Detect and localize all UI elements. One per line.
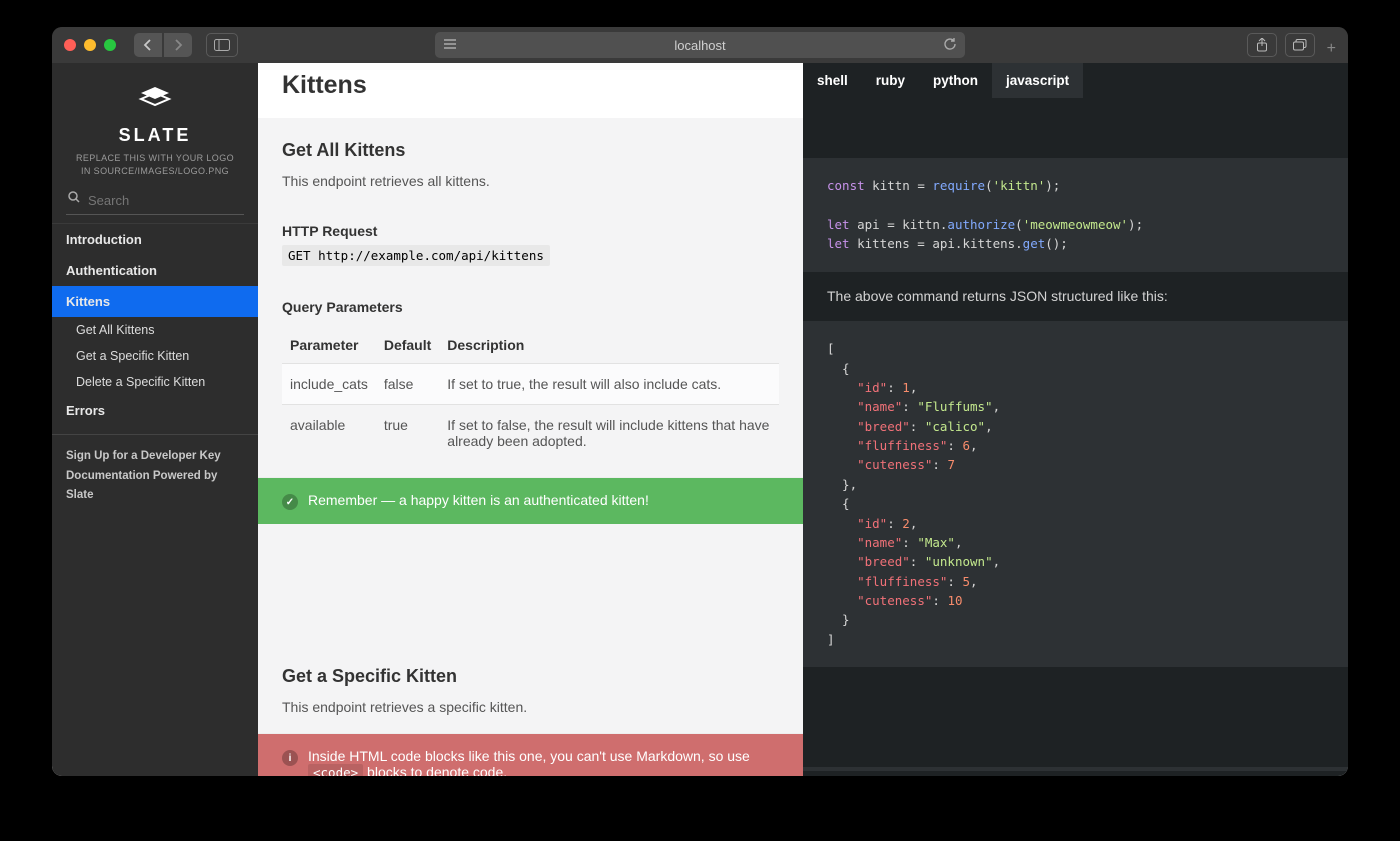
code-note: The above command returns JSON structure… — [803, 272, 1348, 322]
language-tabs: shell ruby python javascript — [803, 63, 1348, 98]
sidebar-footer: Sign Up for a Developer Key Documentatio… — [52, 434, 258, 518]
http-request-title: HTTP Request — [258, 207, 803, 247]
nav-introduction[interactable]: Introduction — [52, 224, 258, 255]
forward-button[interactable] — [164, 33, 192, 57]
table-row: available true If set to false, the resu… — [282, 405, 779, 462]
footer-signup-link[interactable]: Sign Up for a Developer Key — [66, 447, 244, 467]
section-title-kittens: Kittens — [258, 63, 803, 118]
tab-python[interactable]: python — [919, 63, 992, 98]
footer-powered-by[interactable]: Documentation Powered by Slate — [66, 467, 244, 506]
brand-sub: REPLACE THIS WITH YOUR LOGOIN SOURCE/IMA… — [64, 152, 246, 177]
tab-ruby[interactable]: ruby — [862, 63, 919, 98]
logo-area: SLATE REPLACE THIS WITH YOUR LOGOIN SOUR… — [52, 63, 258, 187]
browser-window: localhost + SLATE REPLACE THIS WITH — [52, 27, 1348, 776]
th-description: Description — [439, 327, 779, 364]
get-all-title: Get All Kittens — [258, 118, 803, 173]
table-header-row: Parameter Default Description — [282, 327, 779, 364]
th-default: Default — [376, 327, 439, 364]
code-panel: shell ruby python javascript const kittn… — [803, 63, 1348, 776]
code-block-2: [ { "id": 1, "name": "Fluffums", "breed"… — [803, 321, 1348, 667]
share-button[interactable] — [1247, 33, 1277, 57]
code-block-3: const kittn = require('kittn'); let api … — [803, 767, 1348, 771]
aside-success: ✓ Remember — a happy kitten is an authen… — [258, 478, 803, 524]
aside-success-text: Remember — a happy kitten is an authenti… — [308, 492, 649, 508]
new-tab-button[interactable]: + — [1327, 40, 1336, 58]
window-controls — [64, 39, 116, 51]
search-input[interactable] — [66, 187, 244, 215]
query-params-title: Query Parameters — [258, 283, 803, 323]
th-parameter: Parameter — [282, 327, 376, 364]
sidebar-toggle-button[interactable] — [206, 33, 238, 57]
minimize-window-icon[interactable] — [84, 39, 96, 51]
nav-authentication[interactable]: Authentication — [52, 255, 258, 286]
doc-column: Kittens Get All Kittens This endpoint re… — [258, 63, 803, 776]
zoom-window-icon[interactable] — [104, 39, 116, 51]
nav-delete-specific-kitten[interactable]: Delete a Specific Kitten — [52, 369, 258, 395]
url-text: localhost — [674, 38, 725, 53]
search-icon — [68, 191, 80, 206]
code-scroll[interactable]: const kittn = require('kittn'); let api … — [803, 98, 1348, 771]
back-button[interactable] — [134, 33, 162, 57]
address-bar[interactable]: localhost — [435, 32, 965, 58]
table-row: include_cats false If set to true, the r… — [282, 364, 779, 405]
doc-sidebar: SLATE REPLACE THIS WITH YOUR LOGOIN SOUR… — [52, 63, 258, 776]
nav-errors[interactable]: Errors — [52, 395, 258, 426]
main-pane: Kittens Get All Kittens This endpoint re… — [258, 63, 1348, 776]
tabs-button[interactable] — [1285, 33, 1315, 57]
http-request-line: GET http://example.com/api/kittens — [282, 247, 550, 265]
aside-warning-text: Inside HTML code blocks like this one, y… — [308, 748, 779, 776]
tab-javascript[interactable]: javascript — [992, 63, 1083, 98]
tab-shell[interactable]: shell — [803, 63, 862, 98]
nav-get-all-kittens[interactable]: Get All Kittens — [52, 317, 258, 343]
reload-icon[interactable] — [943, 37, 957, 54]
get-all-desc: This endpoint retrieves all kittens. — [258, 173, 803, 207]
brand-title: SLATE — [64, 125, 246, 146]
query-params-table: Parameter Default Description include_ca… — [282, 327, 779, 461]
titlebar: localhost + — [52, 27, 1348, 63]
code-block-1: const kittn = require('kittn'); let api … — [803, 158, 1348, 272]
close-window-icon[interactable] — [64, 39, 76, 51]
reader-icon[interactable] — [443, 38, 457, 53]
info-icon: i — [282, 750, 298, 766]
nav-list: Introduction Authentication Kittens Get … — [52, 224, 258, 426]
check-icon: ✓ — [282, 494, 298, 510]
get-one-desc: This endpoint retrieves a specific kitte… — [258, 699, 803, 733]
nav-kittens[interactable]: Kittens — [52, 286, 258, 317]
slate-logo-icon — [64, 81, 246, 119]
nav-get-specific-kitten[interactable]: Get a Specific Kitten — [52, 343, 258, 369]
get-one-title: Get a Specific Kitten — [258, 644, 803, 699]
nav-buttons — [134, 33, 192, 57]
aside-warning: i Inside HTML code blocks like this one,… — [258, 734, 803, 776]
